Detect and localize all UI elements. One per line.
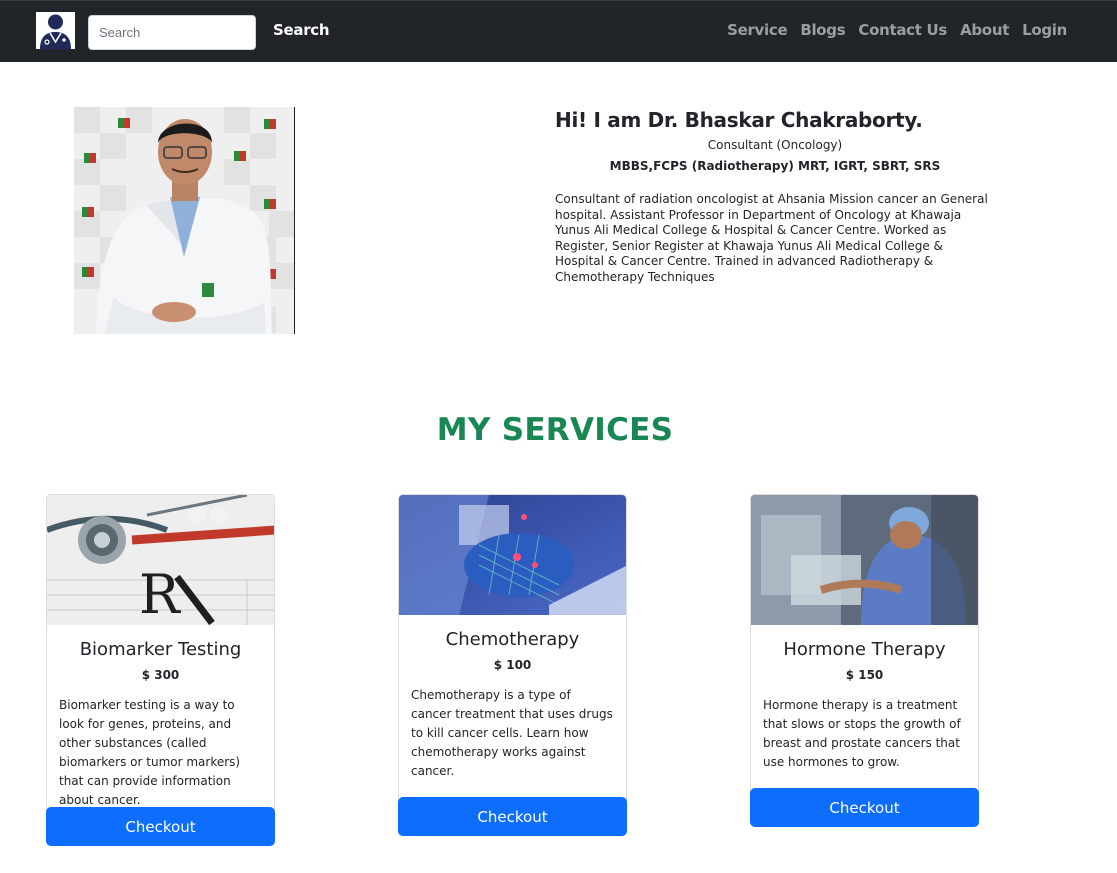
services-heading: MY SERVICES	[436, 412, 674, 448]
service-price: $ 150	[845, 668, 884, 682]
nav-link-service[interactable]: Service	[727, 21, 788, 39]
service-card-chemotherapy: Chemotherapy $ 100 Chemotherapy is a typ…	[398, 494, 627, 836]
checkout-button[interactable]: Checkout	[46, 807, 275, 846]
svg-text:R: R	[139, 563, 181, 625]
search-input[interactable]	[88, 15, 256, 50]
doctor-greeting: Hi! I am Dr. Bhaskar Chakraborty.	[555, 108, 923, 132]
nav-link-contact-us[interactable]: Contact Us	[858, 21, 947, 39]
service-card-biomarker-testing: R Biomarker Testing $ 300 Biomarker test…	[46, 494, 275, 846]
profile-info: Hi! I am Dr. Bhaskar Chakraborty. Consul…	[555, 108, 995, 285]
top-navbar: Search Service Blogs Contact Us About Lo…	[0, 0, 1117, 62]
biomarker-testing-image: R	[47, 495, 274, 625]
doctor-role: Consultant (Oncology)	[707, 138, 843, 152]
service-card-hormone-therapy: Hormone Therapy $ 150 Hormone therapy is…	[750, 494, 979, 827]
nav-link-blogs[interactable]: Blogs	[800, 21, 845, 39]
checkout-button[interactable]: Checkout	[398, 797, 627, 836]
service-title: Chemotherapy	[445, 629, 580, 650]
service-price: $ 100	[493, 658, 532, 672]
service-title: Biomarker Testing	[79, 639, 242, 660]
service-price: $ 300	[141, 668, 180, 682]
search-button[interactable]: Search	[273, 21, 330, 39]
doctor-profile-photo	[74, 107, 295, 334]
service-title: Hormone Therapy	[783, 639, 946, 660]
service-description: Hormone therapy is a treatment that slow…	[763, 698, 961, 769]
checkout-button[interactable]: Checkout	[750, 788, 979, 827]
nav-link-login[interactable]: Login	[1022, 21, 1067, 39]
doctor-degrees: MBBS,FCPS (Radiotherapy) MRT, IGRT, SBRT…	[609, 159, 941, 173]
chemotherapy-image	[399, 495, 626, 615]
service-description: Biomarker testing is a way to look for g…	[59, 698, 241, 807]
nav-link-about[interactable]: About	[960, 21, 1009, 39]
doctor-bio: Consultant of radiation oncologist at Ah…	[555, 192, 988, 284]
nav-links: Service Blogs Contact Us About Login	[727, 21, 1067, 39]
hormone-therapy-image	[751, 495, 978, 625]
doctor-logo-icon[interactable]	[36, 12, 75, 49]
service-description: Chemotherapy is a type of cancer treatme…	[411, 688, 613, 778]
